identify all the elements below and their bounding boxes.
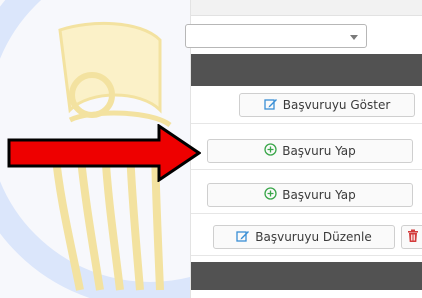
table-row: Başvuru Yap — [191, 176, 422, 214]
table-row: Başvuru Yap — [191, 132, 422, 170]
top-strip — [191, 0, 422, 16]
red-arrow-icon — [7, 124, 201, 182]
show-application-label: Başvuruyu Göster — [282, 98, 391, 112]
table-row: Başvuruyu Düzenle — [191, 218, 422, 256]
trash-icon — [407, 229, 419, 246]
table-header-bar — [191, 54, 422, 86]
apply-label: Başvuru Yap — [282, 188, 356, 202]
plus-circle-icon — [264, 143, 277, 159]
edit-icon — [236, 229, 250, 246]
table-footer-bar — [191, 262, 422, 290]
apply-label: Başvuru Yap — [282, 144, 356, 158]
delete-button[interactable] — [401, 225, 422, 249]
edit-application-button[interactable]: Başvuruyu Düzenle — [213, 225, 395, 249]
edit-icon — [264, 97, 278, 114]
table-row: Başvuruyu Göster — [191, 86, 422, 124]
plus-circle-icon — [264, 187, 277, 203]
application-panel: Başvuruyu Göster Başvuru Yap Başvuru Yap — [185, 0, 422, 298]
apply-button[interactable]: Başvuru Yap — [207, 183, 413, 207]
apply-button[interactable]: Başvuru Yap — [207, 139, 413, 163]
show-application-button[interactable]: Başvuruyu Göster — [239, 93, 415, 117]
chevron-down-icon — [350, 35, 358, 40]
selection-dropdown[interactable] — [185, 24, 367, 48]
edit-application-label: Başvuruyu Düzenle — [255, 230, 372, 244]
